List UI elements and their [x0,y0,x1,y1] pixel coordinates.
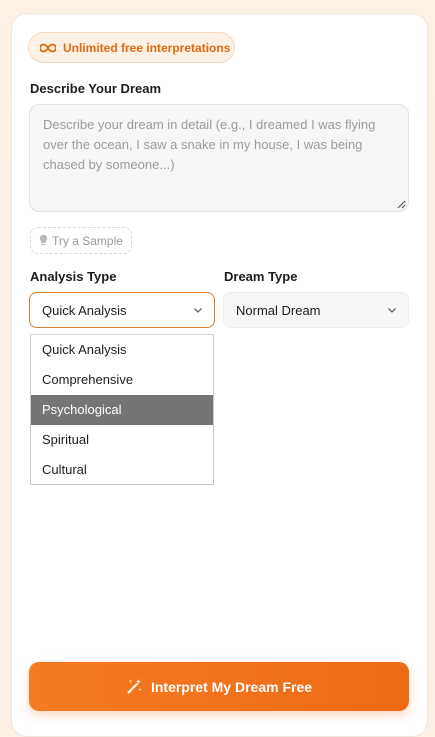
analysis-type-dropdown: Quick Analysis Comprehensive Psychologic… [30,334,214,485]
dream-type-label: Dream Type [224,269,298,284]
dream-type-value: Normal Dream [236,302,321,318]
try-sample-label: Try a Sample [52,233,123,248]
lightbulb-icon [39,234,48,246]
analysis-type-value: Quick Analysis [42,302,127,318]
badge-text: Unlimited free interpretations [63,40,231,55]
chevron-down-icon [194,308,202,313]
analysis-type-label: Analysis Type [30,269,117,284]
chevron-down-icon [388,308,396,313]
analysis-option-comprehensive[interactable]: Comprehensive [31,365,213,395]
analysis-type-select[interactable]: Quick Analysis [29,292,215,328]
dream-description-input[interactable] [29,104,409,212]
infinity-icon [40,43,56,52]
analysis-option-cultural[interactable]: Cultural [31,455,213,485]
dream-type-select[interactable]: Normal Dream [223,292,409,328]
magic-wand-icon [127,679,142,694]
unlimited-badge: Unlimited free interpretations [28,32,235,63]
interpret-dream-button[interactable]: Interpret My Dream Free [29,662,409,711]
analysis-option-psychological[interactable]: Psychological [31,395,213,425]
resize-handle-icon[interactable] [396,199,406,209]
analysis-option-quick[interactable]: Quick Analysis [31,335,213,365]
dream-description-label: Describe Your Dream [30,81,162,96]
try-sample-button[interactable]: Try a Sample [30,227,132,254]
interpret-button-label: Interpret My Dream Free [150,678,313,695]
analysis-option-spiritual[interactable]: Spiritual [31,425,213,455]
